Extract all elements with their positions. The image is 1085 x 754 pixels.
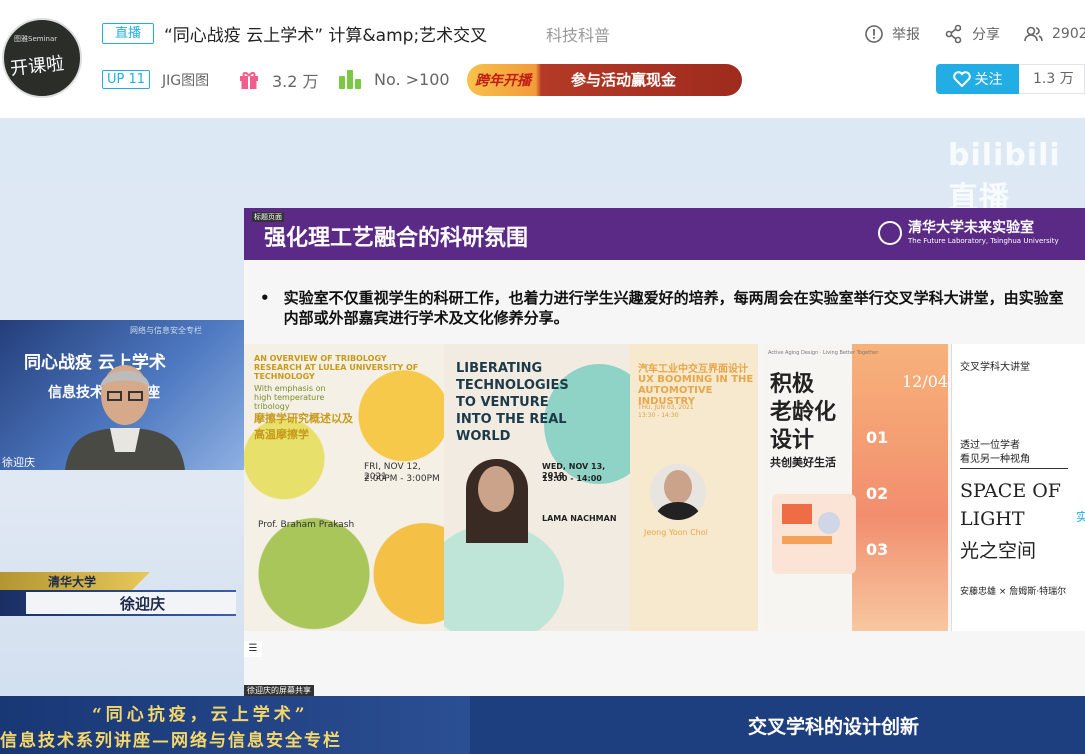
warning-icon	[865, 25, 883, 43]
heart-icon	[952, 71, 971, 87]
poster4-num2: 02	[866, 484, 889, 503]
gift-icon	[240, 72, 258, 89]
poster4-topline: Active Aging Design · Living Better Toge…	[768, 350, 879, 356]
poster3-time: 13:30 - 14:30	[638, 412, 679, 419]
poster3-date: THU, JUN 03, 2021	[638, 404, 694, 411]
poster5-names: 安藤忠雄 × 詹姆斯·特瑞尔	[960, 587, 1067, 597]
poster-space-of-light: 交叉学科大讲堂 透过一位学者 看见另一种视角 SPACE OF LIGHT 光之…	[951, 344, 1085, 631]
caption-left: “同心抗疫，云上学术” 信息技术系列讲座—网络与信息安全专栏	[0, 696, 470, 754]
share-label: 分享	[972, 27, 1000, 43]
share-icon	[945, 24, 962, 44]
room-category[interactable]: 科技科普	[546, 22, 610, 46]
platform-watermark: bilibili直播	[948, 138, 1061, 216]
poster5-en1: SPACE OF	[960, 480, 1061, 502]
room-title: “同心战疫 云上学术” 计算&amp;艺术交叉	[164, 26, 488, 46]
poster-collage: AN OVERVIEW OF TRIBOLOGY RESEARCH AT LUL…	[244, 344, 1085, 631]
up-level-badge: UP 11	[102, 70, 151, 89]
poster-liberating: LIBERATING TECHNOLOGIES TO VENTURE INTO …	[444, 344, 630, 631]
follow-label: 关注	[974, 72, 1003, 88]
report-label: 举报	[892, 27, 920, 43]
poster5-line1: 透过一位学者	[960, 440, 1020, 451]
camera-backdrop-small-text: 网络与信息安全专栏	[130, 326, 202, 335]
banner-left-text: 跨年开播	[475, 73, 531, 89]
side-panel-tab[interactable]: 实	[1068, 448, 1085, 628]
poster1-cn-title: 摩擦学研究概述以及高温摩擦学	[254, 412, 353, 441]
rank-text: No. >100	[374, 69, 450, 89]
poster-active-aging: Active Aging Design · Living Better Toge…	[762, 344, 948, 631]
viewer-number: 2902	[1052, 26, 1085, 42]
event-banner[interactable]: 跨年开播 参与活动赢现金	[467, 64, 742, 96]
poster-ux-automotive: 汽车工业中交互界面设计 UX BOOMING IN THE AUTOMOTIVE…	[630, 344, 758, 631]
poster4-title3: 设计	[770, 428, 815, 453]
lecture-caption-bar: “同心抗疫，云上学术” 信息技术系列讲座—网络与信息安全专栏 交叉学科的设计创新	[0, 696, 1085, 754]
share-button[interactable]: 分享	[944, 24, 1000, 44]
logo-en: The Future Laboratory, Tsinghua Universi…	[908, 237, 1059, 245]
room-header: 图雅Seminar 开课啦 直播 “同心战疫 云上学术” 计算&amp;艺术交叉…	[0, 0, 1085, 118]
rank-stat[interactable]: No. >100	[338, 68, 450, 90]
poster-tribology: AN OVERVIEW OF TRIBOLOGY RESEARCH AT LUL…	[244, 344, 444, 631]
poster4-num3: 03	[866, 540, 889, 559]
poster4-num1: 01	[866, 428, 889, 447]
avatar-caption: 图雅Seminar	[14, 35, 58, 43]
poster5-top: 交叉学科大讲堂	[960, 362, 1030, 373]
follower-count: 1.3 万	[1019, 64, 1085, 94]
screen-share-label: 徐迎庆的屏幕共享	[244, 685, 314, 696]
speaker-figure	[65, 365, 185, 470]
live-badge: 直播	[102, 23, 154, 44]
poster2-time: 13:00 - 14:00	[542, 474, 602, 483]
camera-name-overlay: 徐迎庆	[2, 456, 35, 469]
slide-header: 标题页面 强化理工艺融合的科研氛围 清华大学未来实验室 The Future L…	[244, 208, 1085, 260]
poster5-cn: 光之空间	[960, 540, 1037, 562]
university-seal-icon	[878, 221, 902, 245]
poster1-time: 2:00PM - 3:00PM	[364, 474, 440, 484]
shared-screen: 标题页面 强化理工艺融合的科研氛围 清华大学未来实验室 The Future L…	[244, 208, 1085, 696]
caption-topic: 交叉学科的设计创新	[748, 716, 920, 738]
nameplate-name: 徐迎庆	[120, 595, 166, 613]
poster1-subtitle: With emphasis on high temperature tribol…	[254, 384, 326, 411]
speaker-camera: 网络与信息安全专栏 同心战疫 云上学术 信息技术系列讲座 徐迎庆	[0, 320, 244, 470]
host-avatar[interactable]: 图雅Seminar 开课啦	[2, 18, 82, 98]
poster2-speaker: LAMA NACHMAN	[542, 514, 617, 523]
tsinghua-logo: 清华大学未来实验室 The Future Laboratory, Tsinghu…	[878, 220, 1059, 246]
poster4-date: 12/04	[902, 372, 948, 391]
poster3-en-title: UX BOOMING IN THE AUTOMOTIVE INDUSTRY	[638, 374, 754, 407]
poster3-speaker: Jeong Yoon Choi	[644, 528, 708, 537]
rank-bars-icon	[339, 70, 361, 89]
poster1-speaker: Prof. Braham Prakash	[258, 520, 355, 530]
avatar-title: 开课啦	[9, 53, 66, 80]
poster5-en2: LIGHT	[960, 508, 1025, 530]
slide-bullet: • 实验室不仅重视学生的科研工作，也着力进行学生兴趣爱好的培养，每两周会在实验室举…	[260, 288, 1070, 328]
poster1-title: AN OVERVIEW OF TRIBOLOGY RESEARCH AT LUL…	[254, 354, 419, 381]
menu-icon[interactable]: ☰	[244, 641, 262, 657]
live-player[interactable]: bilibili直播 网络与信息安全专栏 同心战疫 云上学术 信息技术系列讲座 …	[0, 118, 1085, 754]
follow-button[interactable]: 关注	[936, 64, 1019, 94]
gift-stat: 3.2 万	[238, 68, 319, 92]
users-icon	[1024, 26, 1043, 42]
viewer-count: 2902	[1024, 24, 1085, 44]
poster3-cn-title: 汽车工业中交互界面设计	[638, 364, 748, 375]
report-button[interactable]: 举报	[864, 24, 920, 44]
poster4-subtitle: 共创美好生活	[770, 456, 836, 469]
logo-cn: 清华大学未来实验室	[908, 220, 1034, 236]
speaker-nameplate: 清华大学 徐迎庆	[0, 568, 244, 628]
slide-bullet-text: 实验室不仅重视学生的科研工作，也着力进行学生兴趣爱好的培养，每两周会在实验室举行…	[283, 289, 1064, 327]
poster2-title: LIBERATING TECHNOLOGIES TO VENTURE INTO …	[456, 361, 569, 444]
gift-count: 3.2 万	[272, 72, 319, 91]
nameplate-org: 清华大学	[48, 575, 97, 589]
caption-line2: 信息技术系列讲座—网络与信息安全专栏	[0, 731, 342, 751]
banner-right-text: 参与活动赢现金	[571, 71, 677, 89]
poster5-line2: 看见另一种视角	[960, 454, 1030, 465]
caption-line1: “同心抗疫，云上学术”	[92, 705, 309, 725]
host-name[interactable]: JIG图图	[162, 70, 209, 90]
slide-heading: 强化理工艺融合的科研氛围	[264, 226, 529, 251]
